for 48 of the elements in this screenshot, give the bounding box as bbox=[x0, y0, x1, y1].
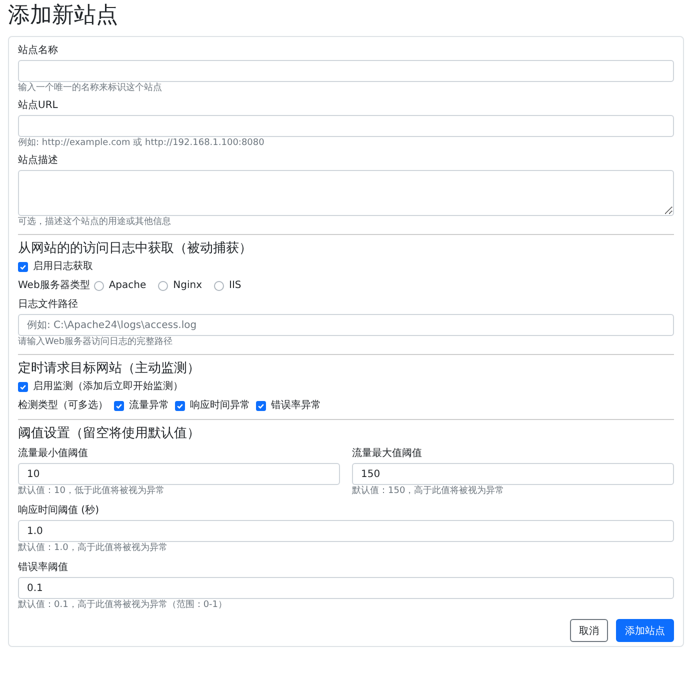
help-text: 可选，描述这个站点的用途或其他信息 bbox=[18, 217, 172, 228]
checkbox[interactable] bbox=[18, 382, 28, 392]
help-text: 例如: http://example.com 或 http://192.168.1.100:8080 bbox=[18, 138, 266, 149]
text-field[interactable] bbox=[18, 60, 674, 82]
field-label: 站点描述 bbox=[18, 155, 59, 167]
text-field[interactable] bbox=[18, 115, 674, 137]
page-title: 添加新站点 bbox=[8, 2, 119, 30]
help-text: 默认值：1.0，高于此值将被视为异常 bbox=[18, 543, 168, 554]
checkbox-label: 错误率异常 bbox=[271, 400, 321, 412]
radio-button[interactable] bbox=[158, 281, 168, 291]
text-field[interactable]: 0.1 bbox=[18, 577, 674, 599]
radio-label: Apache bbox=[108, 280, 146, 292]
field-label: 错误率阈值 bbox=[18, 562, 69, 574]
text-field[interactable]: 1.0 bbox=[18, 520, 674, 542]
help-text: 输入一个唯一的名称来标识这个站点 bbox=[18, 83, 163, 94]
radio-button[interactable] bbox=[214, 281, 224, 291]
checkbox[interactable] bbox=[114, 401, 124, 411]
help-text: 默认值：10，低于此值将被视为异常 bbox=[18, 486, 166, 497]
checkbox-label: 启用监测（添加后立即开始监测） bbox=[33, 381, 183, 393]
checkbox[interactable] bbox=[256, 401, 266, 411]
checkbox-label: 流量异常 bbox=[129, 400, 169, 412]
field-label: 检测类型（可多选） bbox=[18, 400, 108, 412]
section-heading: 阈值设置（留空将使用默认值） bbox=[18, 426, 201, 442]
section-heading: 从网站的的访问日志中获取（被动捕获） bbox=[18, 241, 253, 257]
help-text: 请输入Web服务器访问日志的完整路径 bbox=[18, 337, 174, 348]
field-label: 日志文件路径 bbox=[18, 299, 79, 311]
section-heading: 定时请求目标网站（主动监测） bbox=[18, 361, 201, 377]
cancel-button[interactable]: 取消 bbox=[570, 619, 608, 642]
radio-label: IIS bbox=[229, 280, 242, 292]
field-label: 流量最大值阈值 bbox=[352, 448, 423, 460]
field-label: 站点URL bbox=[18, 100, 59, 112]
text-field[interactable]: 10 bbox=[18, 463, 340, 485]
checkbox-label: 启用日志获取 bbox=[33, 261, 93, 273]
checkbox[interactable] bbox=[175, 401, 185, 411]
radio-button[interactable] bbox=[94, 281, 104, 291]
text-field[interactable]: 150 bbox=[352, 463, 674, 485]
help-text: 默认值：0.1，高于此值将被视为异常（范围：0-1） bbox=[18, 600, 228, 611]
field-label: 响应时间阈值 (秒) bbox=[18, 505, 100, 517]
text-field[interactable]: 例如: C:\Apache24\logs\access.log bbox=[18, 314, 674, 336]
description-field[interactable] bbox=[18, 170, 674, 216]
help-text: 默认值：150，高于此值将被视为异常 bbox=[352, 486, 506, 497]
radio-label: Nginx bbox=[173, 280, 202, 292]
field-label: 流量最小值阈值 bbox=[18, 448, 89, 460]
checkbox[interactable] bbox=[18, 262, 28, 272]
field-label: 站点名称 bbox=[18, 45, 59, 57]
submit-button[interactable]: 添加站点 bbox=[616, 619, 674, 642]
checkbox-label: 响应时间异常 bbox=[190, 400, 250, 412]
field-label: Web服务器类型 bbox=[18, 280, 90, 292]
